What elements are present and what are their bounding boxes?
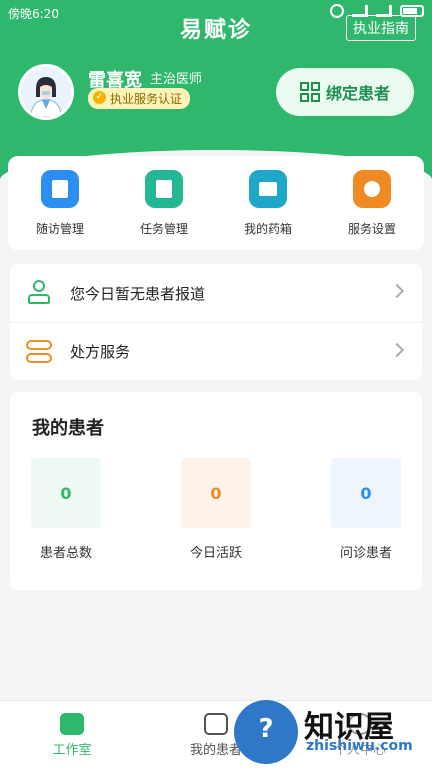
quick-actions: 随访管理 任务管理 我的药箱 服务设置 [8,156,424,250]
quick-action-label: 服务设置 [347,222,396,236]
home-icon [60,713,84,735]
list-item-patient-report[interactable]: 您今日暂无患者报道 [10,264,422,322]
doctor-avatar-icon [21,67,71,117]
list-item-label: 您今日暂无患者报道 [70,284,206,303]
quick-action-label: 任务管理 [139,222,188,236]
qr-code-icon [299,82,320,102]
certification-badge: ✓ 执业服务认证 [88,88,191,109]
stat-consult-patients[interactable]: 0 问诊患者 [331,458,401,561]
stat-value: 0 [331,458,401,528]
stat-caption: 患者总数 [39,546,92,561]
stat-active-today[interactable]: 0 今日活跃 [181,458,251,561]
stat-value: 0 [31,458,101,528]
site-watermark: ? 知识屋 zhishiwu.com [234,700,432,768]
quick-action-tasks[interactable]: 任务管理 [112,156,216,250]
list-item-label: 处方服务 [70,343,131,361]
quick-action-label: 我的药箱 [243,222,292,236]
chevron-right-icon [389,283,405,299]
practice-guide-button[interactable]: 执业指南 [346,15,416,41]
service-list: 您今日暂无患者报道 处方服务 [10,264,422,380]
watermark-url: zhishiwu.com [306,738,413,754]
followup-doc-icon [41,170,79,208]
list-item-prescription[interactable]: 处方服务 [10,322,422,380]
verified-icon: ✓ [93,91,106,104]
pill-icon [26,339,52,364]
doctor-title: 主治医师 [150,72,203,87]
person-icon [26,280,52,306]
service-hex-icon [353,170,391,208]
medicine-box-icon [249,170,287,208]
stat-value: 0 [181,458,251,528]
chevron-right-icon [389,342,405,358]
tab-label: 工作室 [52,743,92,758]
stat-caption: 问诊患者 [339,546,392,561]
tab-studio[interactable]: 工作室 [0,701,144,768]
quick-action-label: 随访管理 [35,222,84,236]
task-book-icon [145,170,183,208]
bind-patient-button[interactable]: 绑定患者 [276,68,414,116]
certification-label: 执业服务认证 [110,92,183,106]
stat-total-patients[interactable]: 0 患者总数 [31,458,101,561]
my-patients-card: 我的患者 0 患者总数 0 今日活跃 0 问诊患者 [10,392,422,590]
doctor-avatar[interactable] [18,64,74,120]
chat-icon [204,713,228,735]
quick-action-medicine-box[interactable]: 我的药箱 [216,156,320,250]
watermark-logo-icon: ? [234,700,298,764]
stat-caption: 今日活跃 [189,546,242,561]
section-title: 我的患者 [32,418,104,439]
quick-action-followup[interactable]: 随访管理 [8,156,112,250]
bind-patient-label: 绑定患者 [325,84,390,103]
quick-action-service-settings[interactable]: 服务设置 [320,156,424,250]
